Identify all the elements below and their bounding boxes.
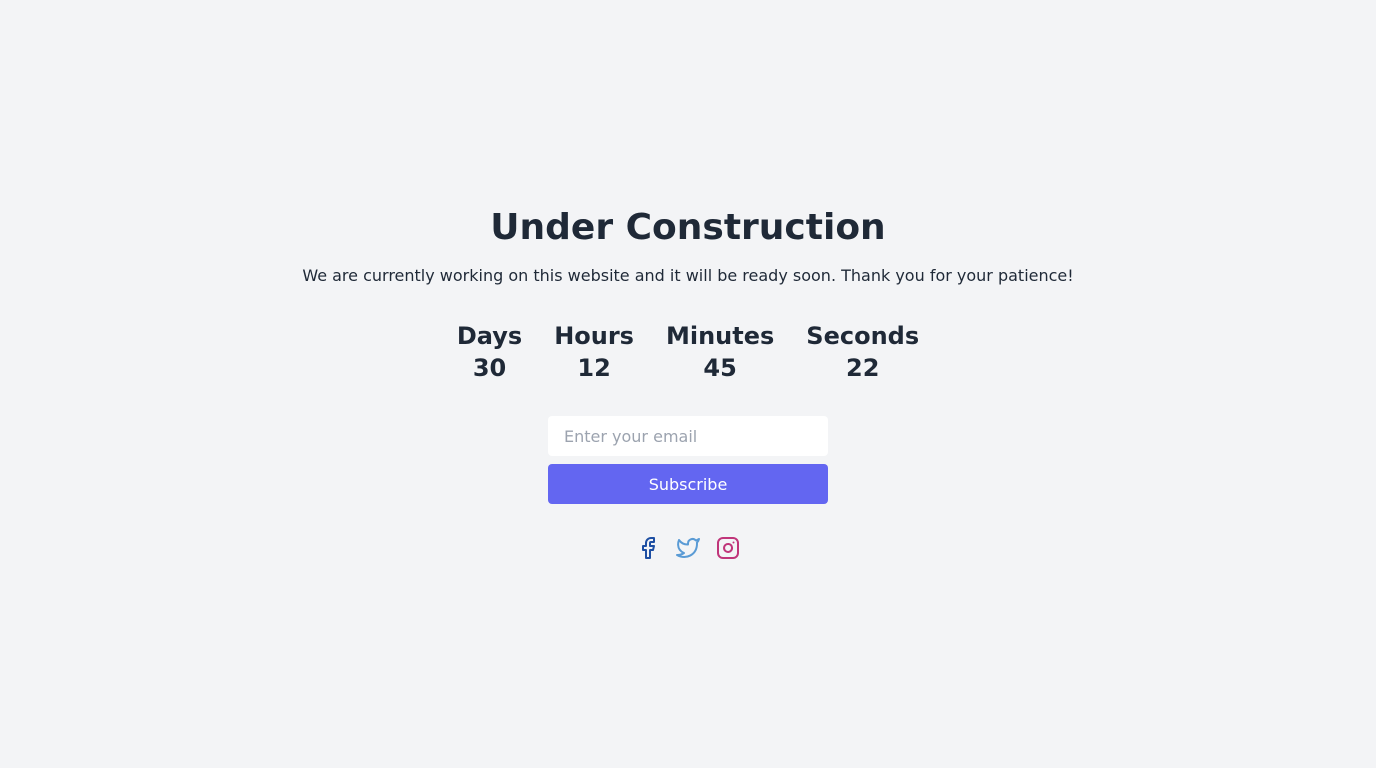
countdown-label: Seconds [806,322,920,350]
countdown-label: Days [456,322,523,350]
social-links [0,535,1376,561]
countdown-value: 12 [577,354,611,382]
page-title: Under Construction [490,207,886,248]
countdown-minutes: Minutes 45 [666,320,774,384]
countdown-days: Days 30 [457,320,522,384]
email-input[interactable] [548,416,828,456]
countdown-value: 22 [846,354,880,382]
countdown-seconds: Seconds 22 [806,320,919,384]
instagram-icon [717,537,739,559]
page-subtitle: We are currently working on this website… [302,266,1074,285]
facebook-icon [642,537,655,559]
facebook-link[interactable] [636,535,660,561]
twitter-link[interactable] [676,535,700,561]
countdown-value: 30 [472,354,507,382]
countdown-label: Minutes [665,322,775,350]
subscribe-button[interactable]: Subscribe [548,464,828,504]
countdown-value: 45 [703,354,737,382]
countdown-hours: Hours 12 [554,320,634,384]
countdown: Days 30 Hours 12 Minutes 45 Seconds 22 [0,320,1376,384]
page: Under Construction We are currently work… [0,0,1376,768]
instagram-link[interactable] [716,535,740,561]
countdown-label: Hours [554,322,634,350]
twitter-icon [676,538,700,558]
